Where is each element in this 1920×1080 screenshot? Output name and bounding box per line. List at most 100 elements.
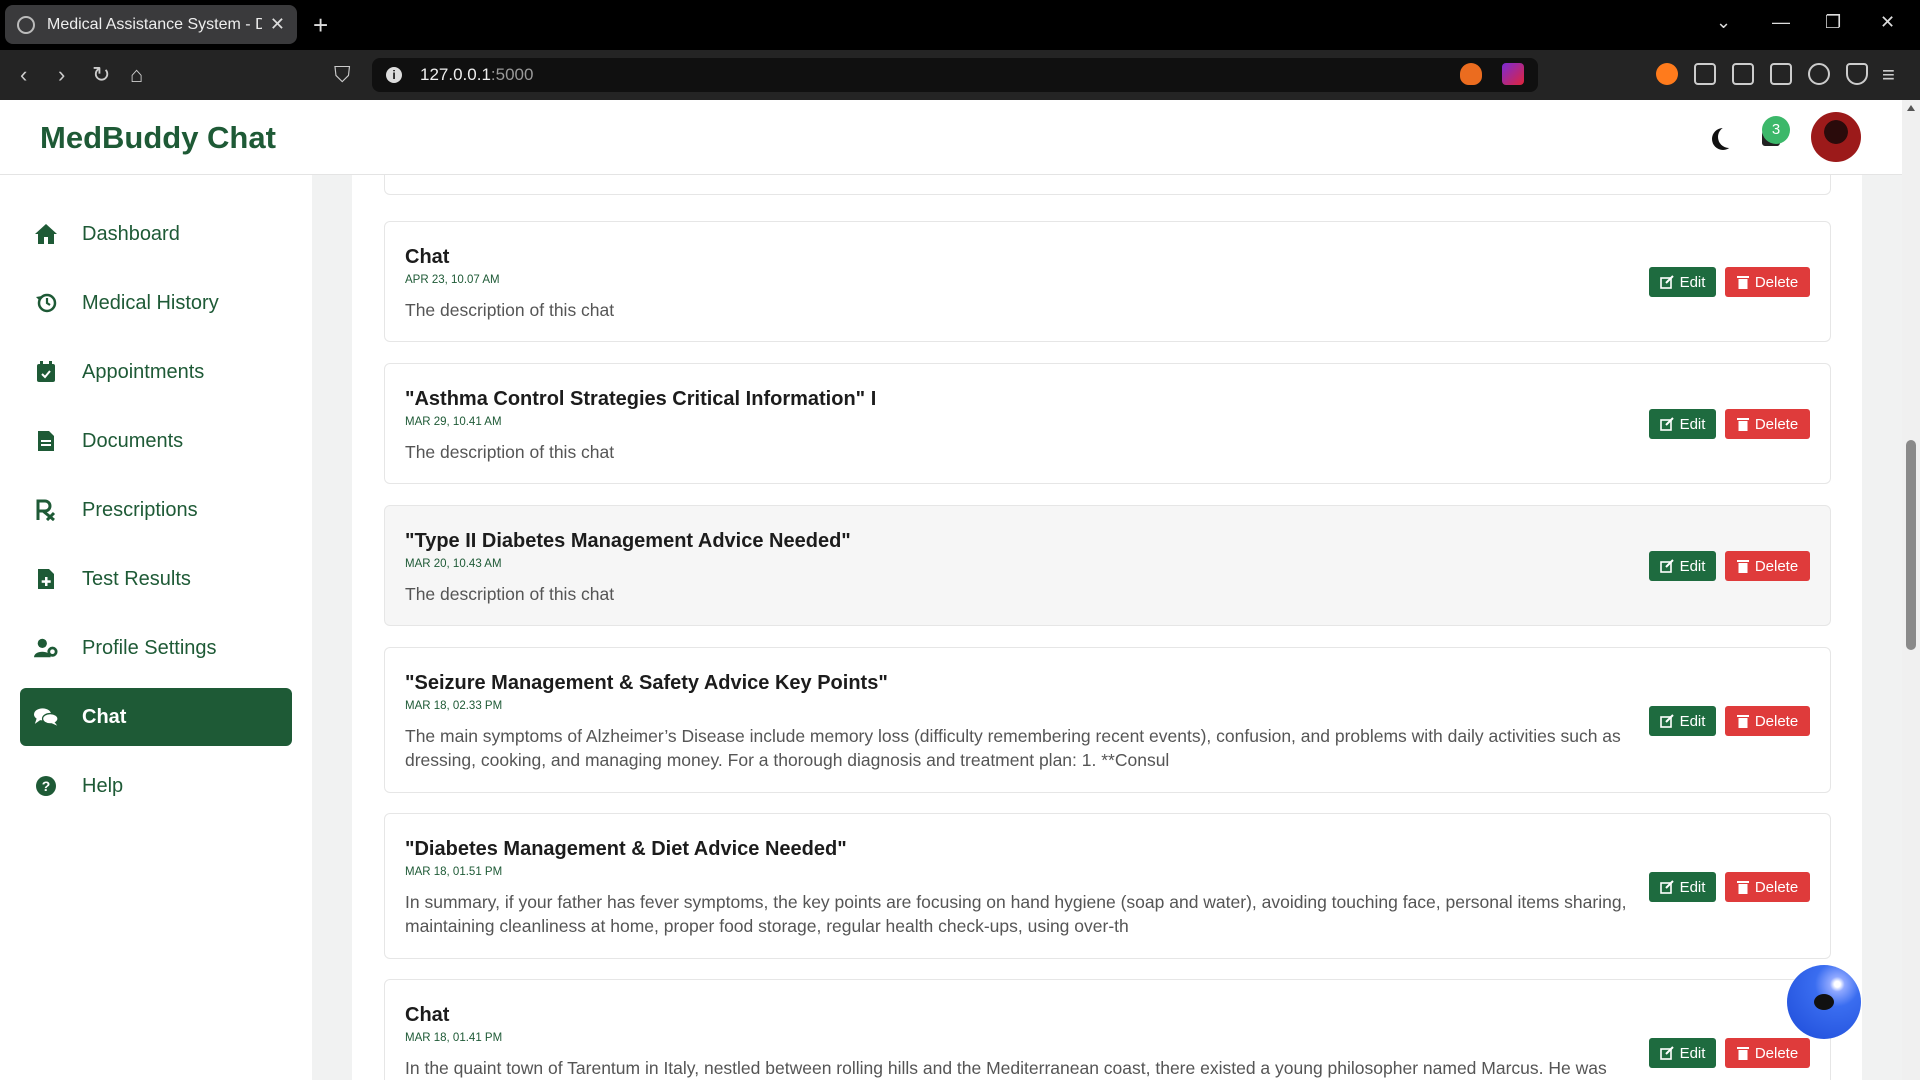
chat-date: MAR 20, 10.43 AM	[405, 558, 502, 570]
delete-button[interactable]: Delete	[1725, 551, 1810, 581]
close-window-button[interactable]: ✕	[1880, 12, 1895, 33]
sidebar-item-documents[interactable]: Documents	[20, 412, 292, 470]
chat-date: MAR 18, 02.33 PM	[405, 700, 503, 712]
chat-card[interactable]: "Type II Diabetes Management Advice Need…	[384, 505, 1831, 626]
menu-icon[interactable]: ≡	[1882, 62, 1895, 88]
close-tab-icon[interactable]: ✕	[270, 14, 285, 35]
url-host: 127.0.0.1	[420, 65, 491, 84]
home-icon	[34, 222, 58, 246]
chat-date: MAR 18, 01.41 PM	[405, 1032, 503, 1044]
chat-card[interactable]: "Diabetes Management & Diet Advice Neede…	[384, 813, 1831, 959]
home-icon[interactable]: ⌂	[130, 62, 143, 88]
chat-list: Chat APR 23, 10.07 AM The description of…	[352, 175, 1862, 1080]
chat-date: MAR 18, 01.51 PM	[405, 866, 503, 878]
sidebar-item-label: Dashboard	[82, 222, 180, 245]
delete-label: Delete	[1754, 273, 1799, 291]
sidebar-item-label: Test Results	[82, 567, 191, 590]
chat-fab-button[interactable]	[1787, 965, 1861, 1039]
page-scrollbar[interactable]	[1902, 100, 1920, 1080]
edit-label: Edit	[1679, 878, 1706, 896]
delete-label: Delete	[1754, 415, 1799, 433]
help-icon: ?	[34, 774, 58, 798]
edit-button[interactable]: Edit	[1649, 551, 1716, 581]
restore-button[interactable]: ❐	[1825, 12, 1841, 33]
sidebar-item-label: Appointments	[82, 360, 205, 383]
chat-card[interactable]: "Asthma Control Strategies Critical Info…	[384, 363, 1831, 484]
browser-tabbar: Medical Assistance System - Da ✕ + ⌄ — ❐…	[0, 0, 1920, 50]
extension-icon[interactable]	[1656, 63, 1678, 85]
edit-label: Edit	[1679, 557, 1706, 575]
delete-label: Delete	[1754, 878, 1799, 896]
chat-card[interactable]: "Seizure Management & Safety Advice Key …	[384, 647, 1831, 793]
edit-label: Edit	[1679, 415, 1706, 433]
site-info-icon[interactable]: i	[386, 67, 402, 83]
dark-mode-toggle-icon[interactable]	[1718, 126, 1740, 148]
sidebar-item-profile-settings[interactable]: Profile Settings	[20, 619, 292, 677]
chat-description: In the quaint town of Tarentum in Italy,…	[405, 1058, 1607, 1078]
chat-title: "Asthma Control Strategies Critical Info…	[405, 388, 877, 410]
delete-button[interactable]: Delete	[1725, 872, 1810, 902]
bookmark-icon[interactable]: ⛉	[334, 62, 351, 88]
brand-title[interactable]: MedBuddy Chat	[40, 120, 276, 156]
puzzle-icon[interactable]	[1694, 63, 1716, 85]
document-icon	[34, 429, 58, 453]
file-plus-icon	[34, 567, 58, 591]
chat-date: MAR 29, 10.41 AM	[405, 416, 502, 428]
browser-tab[interactable]: Medical Assistance System - Da ✕	[5, 5, 297, 44]
chat-card[interactable]: Chat APR 23, 10.07 AM The description of…	[384, 221, 1831, 342]
back-icon[interactable]: ‹	[20, 62, 27, 88]
tab-title: Medical Assistance System - Da	[47, 15, 262, 33]
address-bar[interactable]: i 127.0.0.1:5000	[372, 58, 1538, 92]
chat-bubble-icon	[1814, 994, 1834, 1010]
leo-icon[interactable]	[1808, 63, 1830, 85]
vpn-icon[interactable]	[1846, 63, 1868, 85]
sidebar-item-label: Medical History	[82, 291, 219, 314]
sidebar-item-prescriptions[interactable]: Prescriptions	[20, 481, 292, 539]
chat-title: Chat	[405, 1004, 450, 1026]
sidebar: Dashboard Medical History Appointments D…	[0, 175, 312, 1080]
sidebar-item-label: Profile Settings	[82, 636, 217, 659]
scrollbar-thumb[interactable]	[1906, 440, 1916, 650]
sidebar-item-help[interactable]: ? Help	[20, 757, 292, 815]
tab-list-chevron-icon[interactable]: ⌄	[1716, 12, 1731, 33]
app-header: MedBuddy Chat 3	[0, 100, 1902, 175]
chat-title: "Type II Diabetes Management Advice Need…	[405, 530, 851, 552]
edit-button[interactable]: Edit	[1649, 872, 1716, 902]
delete-label: Delete	[1754, 712, 1799, 730]
brave-shield-icon[interactable]	[1460, 63, 1482, 85]
notification-badge: 3	[1762, 116, 1790, 144]
avatar[interactable]	[1811, 112, 1861, 162]
sidebar-item-chat[interactable]: Chat	[20, 688, 292, 746]
edit-label: Edit	[1679, 1044, 1706, 1062]
sidebar-item-label: Chat	[82, 705, 127, 728]
svg-text:?: ?	[42, 778, 51, 794]
delete-label: Delete	[1754, 557, 1799, 575]
scroll-up-arrow-icon[interactable]	[1907, 105, 1915, 111]
chat-description: The description of this chat	[405, 442, 615, 462]
delete-button[interactable]: Delete	[1725, 409, 1810, 439]
sidebar-item-medical-history[interactable]: Medical History	[20, 274, 292, 332]
minimize-button[interactable]: —	[1772, 12, 1790, 33]
new-tab-button[interactable]: +	[313, 10, 328, 41]
delete-button[interactable]: Delete	[1725, 1038, 1810, 1068]
edit-button[interactable]: Edit	[1649, 1038, 1716, 1068]
chat-card-partial[interactable]	[384, 175, 1831, 195]
brave-rewards-icon[interactable]	[1502, 63, 1524, 85]
delete-button[interactable]: Delete	[1725, 267, 1810, 297]
chat-card[interactable]: Chat MAR 18, 01.41 PM In the quaint town…	[384, 979, 1831, 1080]
edit-button[interactable]: Edit	[1649, 267, 1716, 297]
sidebar-icon[interactable]	[1732, 63, 1754, 85]
wallet-icon[interactable]	[1770, 63, 1792, 85]
chat-description: In summary, if your father has fever sym…	[405, 892, 1627, 936]
sidebar-item-label: Help	[82, 774, 124, 797]
sidebar-item-test-results[interactable]: Test Results	[20, 550, 292, 608]
edit-button[interactable]: Edit	[1649, 409, 1716, 439]
delete-button[interactable]: Delete	[1725, 706, 1810, 736]
forward-icon[interactable]: ›	[58, 62, 65, 88]
chat-title: Chat	[405, 246, 450, 268]
edit-button[interactable]: Edit	[1649, 706, 1716, 736]
reload-icon[interactable]: ↻	[92, 62, 110, 88]
chat-description: The description of this chat	[405, 584, 615, 604]
sidebar-item-appointments[interactable]: Appointments	[20, 343, 292, 401]
sidebar-item-dashboard[interactable]: Dashboard	[20, 205, 292, 263]
